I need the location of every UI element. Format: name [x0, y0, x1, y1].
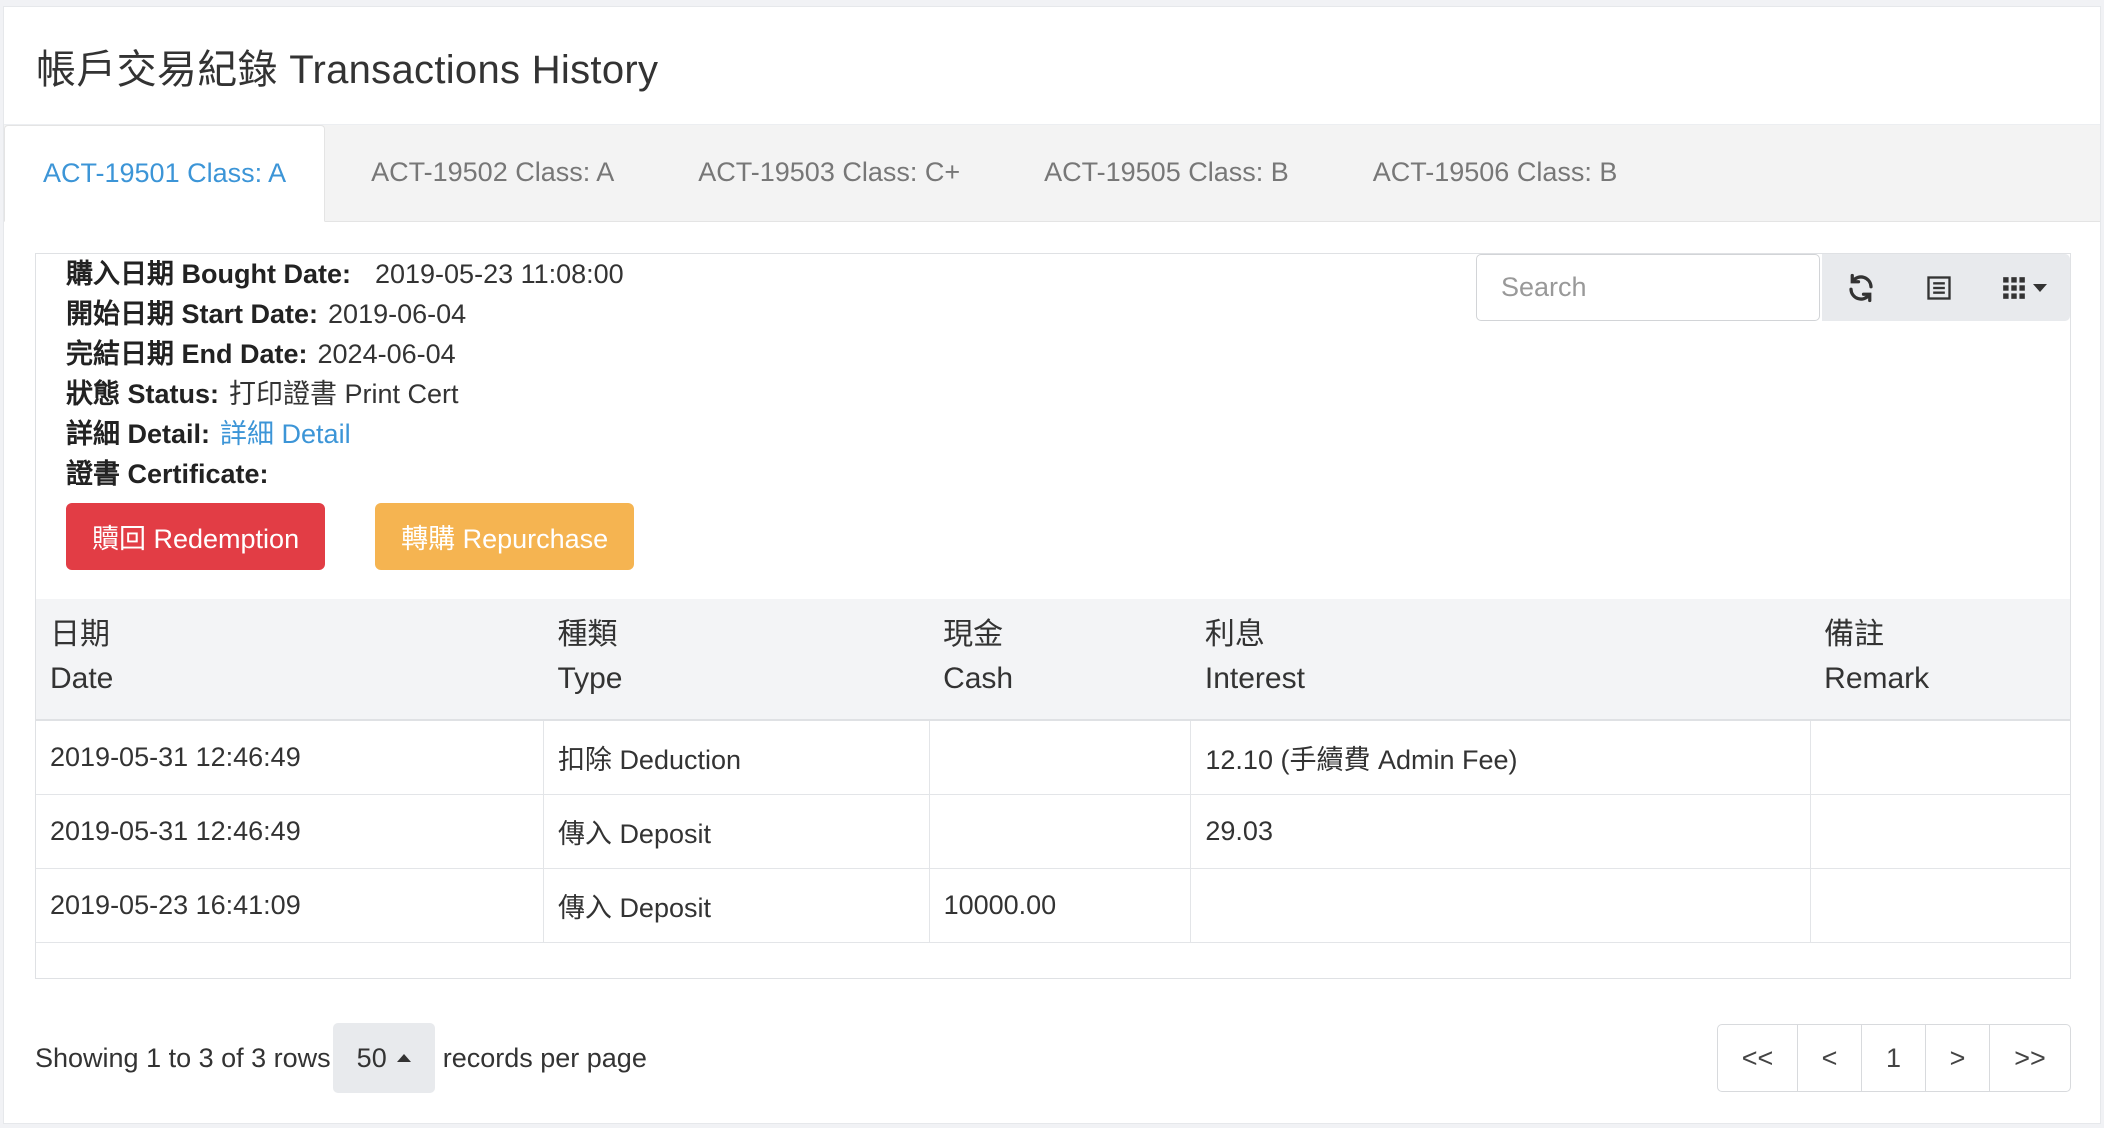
chevron-up-icon — [396, 1054, 411, 1062]
cell-remark — [1809, 867, 2070, 943]
tab-act-19502[interactable]: ACT-19502 Class: A — [333, 124, 652, 221]
end-date-label: 完結日期 End Date: — [66, 339, 308, 369]
column-header-interest[interactable]: 利息 Interest — [1190, 599, 1811, 721]
search-input[interactable] — [1476, 254, 1820, 321]
column-header-remark[interactable]: 備註 Remark — [1810, 599, 2070, 721]
column-header-cash[interactable]: 現金 Cash — [929, 599, 1191, 721]
transactions-box: 購入日期 Bought Date: 2019-05-23 11:08:00 開始… — [35, 253, 2071, 979]
certificate-row: 證書 Certificate: — [66, 454, 2070, 494]
table-toolbar — [1476, 254, 2070, 321]
cell-cash — [928, 793, 1192, 869]
column-header-en: Remark — [1824, 662, 1930, 695]
per-page-label: records per page — [442, 1042, 647, 1073]
cell-type: 傳入 Deposit — [542, 793, 930, 869]
detail-label: 詳細 Detail: — [66, 419, 211, 449]
end-date-row: 完結日期 End Date: 2024-06-04 — [66, 334, 2070, 374]
chevron-down-icon — [2033, 283, 2047, 292]
table-row: 2019-05-23 16:41:09 傳入 Deposit 10000.00 — [36, 867, 2070, 943]
page-title: 帳戶交易紀錄 Transactions History — [36, 47, 659, 92]
column-header-en: Cash — [943, 662, 1014, 695]
tab-act-19506[interactable]: ACT-19506 Class: B — [1335, 124, 1656, 221]
table-row: 2019-05-31 12:46:49 傳入 Deposit 29.03 — [36, 793, 2070, 869]
account-tabs: ACT-19501 Class: A ACT-19502 Class: A AC… — [4, 125, 2100, 222]
page-size-dropdown[interactable]: 50 — [332, 1023, 435, 1093]
toolbar-button-group — [1822, 254, 2070, 321]
cell-cash: 10000.00 — [928, 867, 1192, 943]
column-header-date[interactable]: 日期 Date — [36, 599, 544, 721]
cell-date: 2019-05-31 12:46:49 — [36, 719, 544, 795]
cell-type: 扣除 Deduction — [542, 719, 930, 795]
detail-row: 詳細 Detail: 詳細 Detail — [66, 414, 2070, 454]
column-header-zh: 現金 — [943, 618, 1004, 651]
columns-grid-icon — [2003, 276, 2025, 299]
status-label: 狀態 Status: — [66, 379, 220, 409]
prev-page-button[interactable]: < — [1798, 1025, 1862, 1091]
panel-header: 帳戶交易紀錄 Transactions History — [4, 7, 2100, 125]
tab-act-19501[interactable]: ACT-19501 Class: A — [4, 125, 326, 222]
start-date-label: 開始日期 Start Date: — [66, 299, 319, 329]
end-date-value: 2024-06-04 — [317, 339, 456, 369]
rows-summary: Showing 1 to 3 of 3 rows — [35, 1042, 331, 1073]
tab-content: 購入日期 Bought Date: 2019-05-23 11:08:00 開始… — [35, 253, 2071, 1093]
table-header-row: 日期 Date 種類 Type 現金 Cash 利息 Interest 備註 R… — [36, 599, 2070, 721]
transactions-panel: 帳戶交易紀錄 Transactions History ACT-19501 Cl… — [3, 6, 2101, 1124]
cell-type: 傳入 Deposit — [542, 867, 930, 943]
cell-cash — [928, 719, 1192, 795]
pagination: << < 1 > >> — [1717, 1024, 2071, 1092]
column-header-en: Date — [50, 662, 114, 695]
toggle-view-button[interactable] — [1900, 254, 1978, 321]
action-buttons: 贖回 Redemption 轉購 Repurchase — [36, 503, 2070, 570]
table-row: 2019-05-31 12:46:49 扣除 Deduction 12.10 (… — [36, 719, 2070, 795]
column-header-en: Type — [557, 662, 623, 695]
columns-button[interactable] — [1978, 254, 2070, 321]
cell-interest: 29.03 — [1190, 793, 1811, 869]
cell-remark — [1809, 793, 2070, 869]
repurchase-button[interactable]: 轉購 Repurchase — [375, 503, 635, 570]
cell-date: 2019-05-23 16:41:09 — [36, 867, 544, 943]
cell-interest: 12.10 (手續費 Admin Fee) — [1190, 719, 1811, 795]
column-header-zh: 備註 — [1824, 618, 1885, 651]
detail-link[interactable]: 詳細 Detail — [220, 414, 351, 454]
transactions-table: 日期 Date 種類 Type 現金 Cash 利息 Interest 備註 R… — [36, 599, 2070, 943]
first-page-button[interactable]: << — [1718, 1025, 1798, 1091]
tab-act-19505[interactable]: ACT-19505 Class: B — [1006, 124, 1327, 221]
start-date-value: 2019-06-04 — [328, 299, 467, 329]
page-number-button[interactable]: 1 — [1862, 1025, 1926, 1091]
column-header-zh: 利息 — [1204, 618, 1265, 651]
certificate-label: 證書 Certificate: — [66, 459, 269, 489]
list-view-icon — [1927, 275, 1951, 300]
refresh-icon — [1849, 273, 1873, 302]
cell-interest — [1190, 867, 1811, 943]
redemption-button[interactable]: 贖回 Redemption — [66, 503, 326, 570]
bought-date-value: 2019-05-23 11:08:00 — [374, 259, 624, 289]
refresh-button[interactable] — [1822, 254, 1900, 321]
bought-date-label: 購入日期 Bought Date: — [66, 259, 351, 289]
column-header-zh: 種類 — [557, 618, 618, 651]
status-value: 打印證書 Print Cert — [229, 379, 459, 409]
status-row: 狀態 Status: 打印證書 Print Cert — [66, 374, 2070, 414]
last-page-button[interactable]: >> — [1990, 1025, 2070, 1091]
column-header-en: Interest — [1204, 662, 1305, 695]
page-size-value: 50 — [356, 1042, 387, 1073]
next-page-button[interactable]: > — [1926, 1025, 1990, 1091]
table-footer: Showing 1 to 3 of 3 rows 50 records per … — [35, 1023, 2071, 1093]
cell-remark — [1809, 719, 2070, 795]
cell-date: 2019-05-31 12:46:49 — [36, 793, 544, 869]
column-header-type[interactable]: 種類 Type — [543, 599, 930, 721]
tab-act-19503[interactable]: ACT-19503 Class: C+ — [660, 124, 998, 221]
column-header-zh: 日期 — [50, 618, 110, 651]
